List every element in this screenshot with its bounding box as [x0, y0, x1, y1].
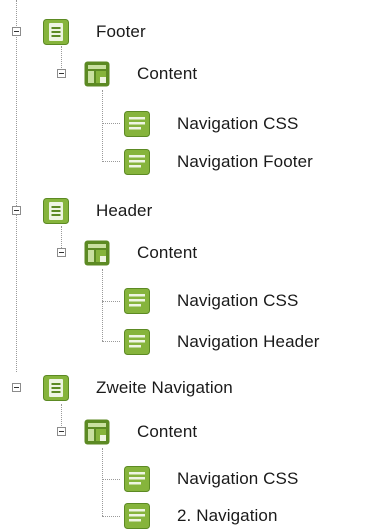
page-icon	[43, 375, 69, 401]
element-icon	[124, 503, 150, 529]
tree-node-label[interactable]: Header	[96, 195, 152, 227]
collapse-toggle[interactable]	[57, 69, 66, 78]
element-icon	[124, 329, 150, 355]
content-icon	[84, 61, 110, 87]
tree-node-label[interactable]: Navigation CSS	[177, 108, 298, 140]
tree-node-label[interactable]: Content	[137, 237, 197, 269]
collapse-toggle[interactable]	[12, 206, 21, 215]
tree-node-label[interactable]: Content	[137, 58, 197, 90]
collapse-toggle[interactable]	[12, 383, 21, 392]
collapse-toggle[interactable]	[57, 427, 66, 436]
element-icon	[124, 288, 150, 314]
collapse-toggle[interactable]	[57, 248, 66, 257]
tree-node-label[interactable]: Navigation Footer	[177, 146, 313, 178]
collapse-toggle[interactable]	[12, 27, 21, 36]
tree-node-element[interactable]: Navigation Header	[0, 326, 383, 358]
tree-node-label[interactable]: Footer	[96, 16, 146, 48]
tree-node-label[interactable]: Navigation CSS	[177, 285, 298, 317]
tree-node-container[interactable]: Content	[0, 58, 200, 90]
page-icon	[43, 19, 69, 45]
tree-node-element[interactable]: Navigation Footer	[0, 146, 383, 178]
tree-node-label[interactable]: Navigation CSS	[177, 463, 298, 495]
tree-node-label[interactable]: Content	[137, 416, 197, 448]
tree-node-page[interactable]: Footer	[0, 16, 200, 48]
tree-node-element[interactable]: Navigation CSS	[0, 108, 383, 140]
tree-node-label[interactable]: Zweite Navigation	[96, 372, 233, 404]
tree-node-container[interactable]: Content	[0, 237, 200, 269]
element-icon	[124, 466, 150, 492]
content-icon	[84, 419, 110, 445]
tree-node-page[interactable]: Header	[0, 195, 200, 227]
element-icon	[124, 111, 150, 137]
element-icon	[124, 149, 150, 175]
tree-node-container[interactable]: Content	[0, 416, 200, 448]
page-icon	[43, 198, 69, 224]
tree-node-element[interactable]: Navigation CSS	[0, 285, 383, 317]
tree-node-element[interactable]: Navigation CSS	[0, 463, 383, 495]
page-tree: Footer Content Navigation CSS Navigation…	[0, 0, 383, 531]
content-icon	[84, 240, 110, 266]
tree-node-label[interactable]: 2. Navigation	[177, 500, 278, 532]
tree-node-element[interactable]: 2. Navigation	[0, 500, 383, 532]
tree-node-page[interactable]: Zweite Navigation	[0, 372, 260, 404]
tree-node-label[interactable]: Navigation Header	[177, 326, 320, 358]
